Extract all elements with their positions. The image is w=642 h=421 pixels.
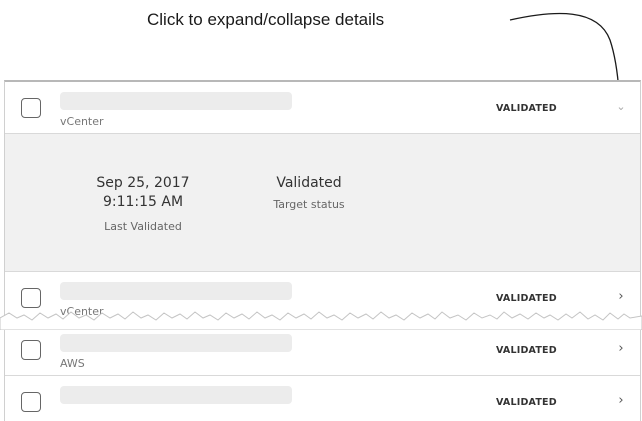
- target-type: vCenter: [60, 305, 104, 318]
- target-row-2[interactable]: vCenter VALIDATED ›: [5, 272, 640, 324]
- target-name-placeholder: [60, 334, 292, 352]
- chevron-right-icon[interactable]: ›: [615, 289, 627, 305]
- last-validated-time: 9:11:15 AM: [102, 194, 184, 210]
- last-validated-date: Sep 25, 2017: [96, 175, 190, 191]
- status-badge: VALIDATED: [496, 397, 557, 408]
- target-name-placeholder: [60, 386, 292, 404]
- target-type: AWS: [60, 357, 85, 370]
- target-details-panel: Sep 25, 2017 9:11:15 AM Last Validated V…: [5, 134, 640, 272]
- target-status-value: Validated: [276, 175, 342, 191]
- row-checkbox[interactable]: [21, 392, 41, 412]
- status-badge: VALIDATED: [496, 345, 557, 356]
- callout-label: Click to expand/collapse details: [147, 10, 385, 29]
- chevron-down-icon[interactable]: ⌄: [615, 99, 627, 115]
- status-badge: VALIDATED: [496, 293, 557, 304]
- row-checkbox[interactable]: [21, 340, 41, 360]
- targets-list: vCenter VALIDATED ⌄ Sep 25, 2017 9:11:15…: [4, 80, 641, 421]
- target-name-placeholder: [60, 92, 292, 110]
- target-status-block: Validated Target status: [239, 174, 379, 211]
- target-status-caption: Target status: [273, 198, 345, 211]
- row-checkbox[interactable]: [21, 288, 41, 308]
- last-validated-block: Sep 25, 2017 9:11:15 AM Last Validated: [63, 174, 223, 233]
- target-row-4[interactable]: VALIDATED ›: [5, 376, 640, 421]
- chevron-right-icon[interactable]: ›: [615, 341, 627, 357]
- status-badge: VALIDATED: [496, 103, 557, 114]
- chevron-right-icon[interactable]: ›: [615, 393, 627, 409]
- row-checkbox[interactable]: [21, 98, 41, 118]
- last-validated-caption: Last Validated: [104, 220, 182, 233]
- target-row-1[interactable]: vCenter VALIDATED ⌄: [5, 82, 640, 134]
- target-type: vCenter: [60, 115, 104, 128]
- target-row-3[interactable]: AWS VALIDATED ›: [5, 324, 640, 376]
- target-name-placeholder: [60, 282, 292, 300]
